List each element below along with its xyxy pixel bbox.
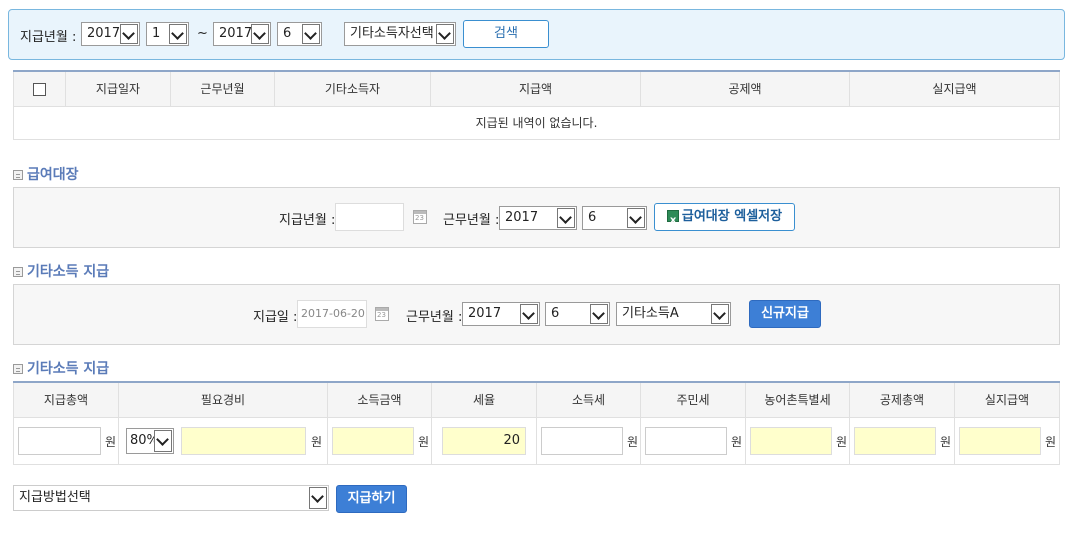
empty-message: 지급된 내역이 없습니다. — [13, 105, 1060, 140]
column-header: 주민세 — [640, 381, 746, 418]
rural-tax-cell: 원 — [745, 416, 850, 465]
payroll-work-month-select[interactable]: 6 — [582, 206, 647, 230]
search-button[interactable]: 검색 — [463, 20, 549, 48]
chevron-down-icon — [436, 24, 454, 44]
column-header: 소득금액 — [327, 381, 432, 418]
calendar-icon[interactable] — [375, 307, 389, 321]
section-bullet-icon — [13, 364, 23, 374]
payroll-pay-month-label: 지급년월 : — [279, 213, 336, 228]
column-header: 실지급액 — [954, 381, 1060, 418]
chevron-down-icon — [627, 208, 645, 228]
expense-input[interactable] — [181, 426, 306, 455]
payment-list-table: 지급일자 근무년월 기타소득자 지급액 공제액 실지급액 지급된 내역이 없습니… — [13, 70, 1060, 140]
income-tax-input[interactable] — [541, 426, 623, 455]
column-header: 농어촌특별세 — [745, 381, 850, 418]
deduction-total-cell: 원 — [849, 416, 955, 465]
chevron-down-icon — [154, 429, 172, 452]
table-header-row: 지급일자 근무년월 기타소득자 지급액 공제액 실지급액 — [13, 70, 1060, 107]
from-year-select[interactable]: 2017 — [81, 22, 140, 46]
payroll-panel: 지급년월 : 근무년월 : 2017 6 급여대장 엑셀저장 — [13, 187, 1060, 248]
chevron-down-icon — [309, 487, 327, 509]
from-month-select[interactable]: 1 — [146, 22, 189, 46]
other-income-work-year-select[interactable]: 2017 — [462, 302, 540, 326]
chevron-down-icon — [120, 24, 138, 44]
to-year-select[interactable]: 2017 — [213, 22, 271, 46]
net-pay-input[interactable] — [959, 426, 1041, 455]
other-income-work-month-select[interactable]: 6 — [545, 302, 610, 326]
other-income-work-month-label: 근무년월 : — [406, 310, 463, 325]
table-header-row: 지급총액 필요경비 소득금액 세율 소득세 주민세 농어촌특별세 공제총액 실지… — [13, 381, 1060, 418]
column-header: 공제총액 — [849, 381, 955, 418]
payroll-work-year-select[interactable]: 2017 — [499, 206, 577, 230]
chevron-down-icon — [251, 24, 269, 44]
column-header: 실지급액 — [849, 70, 1060, 107]
chevron-down-icon — [711, 304, 729, 324]
other-income-section-title: 기타소득 지급 — [13, 261, 109, 281]
new-payment-button[interactable]: 신규지급 — [749, 300, 821, 328]
range-tilde: ~ — [197, 26, 208, 41]
column-header: 소득세 — [536, 381, 641, 418]
excel-icon — [666, 208, 679, 234]
column-header: 지급총액 — [13, 381, 119, 418]
earner-select[interactable]: 기타소득자선택 — [344, 22, 456, 46]
resident-tax-cell: 원 — [640, 416, 746, 465]
section-bullet-icon — [13, 267, 23, 277]
total-pay-cell: 원 — [13, 416, 119, 465]
column-header: 근무년월 — [170, 70, 275, 107]
payroll-section-title: 급여대장 — [13, 164, 79, 184]
pay-detail-section-title: 기타소득 지급 — [13, 358, 109, 378]
pay-detail-table: 지급총액 필요경비 소득금액 세율 소득세 주민세 농어촌특별세 공제총액 실지… — [13, 381, 1060, 465]
section-bullet-icon — [13, 170, 23, 180]
search-bar: 지급년월 : 2017 1 ~ 2017 6 기타소득자선택 검색 — [8, 9, 1065, 60]
column-header: 세율 — [431, 381, 537, 418]
table-row: 원 80% 원 원 20 원 원 원 원 원 — [13, 416, 1060, 465]
resident-tax-input[interactable] — [645, 426, 727, 455]
income-amount-cell: 원 — [327, 416, 432, 465]
expense-cell: 80% 원 — [118, 416, 328, 465]
deduction-total-input[interactable] — [854, 426, 936, 455]
pay-month-label: 지급년월 : — [20, 30, 77, 45]
table-row: 지급된 내역이 없습니다. — [13, 105, 1060, 140]
tax-rate-input[interactable]: 20 — [442, 426, 526, 455]
chevron-down-icon — [520, 304, 538, 324]
payroll-work-month-label: 근무년월 : — [443, 213, 500, 228]
expense-rate-select[interactable]: 80% — [126, 427, 174, 454]
column-header: 기타소득자 — [274, 70, 431, 107]
other-income-panel: 지급일 : 2017-06-20 근무년월 : 2017 6 기타소득A 신규지… — [13, 284, 1060, 345]
column-header: 지급일자 — [65, 70, 171, 107]
chevron-down-icon — [590, 304, 608, 324]
income-amount-input[interactable] — [332, 426, 414, 455]
calendar-icon[interactable] — [413, 210, 427, 224]
column-header: 필요경비 — [118, 381, 328, 418]
pay-date-input[interactable]: 2017-06-20 — [297, 300, 367, 328]
pay-method-select[interactable]: 지급방법선택 — [13, 485, 329, 511]
chevron-down-icon — [302, 24, 320, 44]
pay-date-label: 지급일 : — [253, 310, 298, 325]
rural-tax-input[interactable] — [750, 426, 832, 455]
select-all-checkbox[interactable] — [33, 82, 46, 96]
payroll-pay-month-input[interactable] — [335, 203, 404, 231]
tax-rate-cell: 20 — [431, 416, 537, 465]
net-pay-cell: 원 — [954, 416, 1060, 465]
earner-a-select[interactable]: 기타소득A — [616, 302, 731, 326]
chevron-down-icon — [169, 24, 187, 44]
income-tax-cell: 원 — [536, 416, 641, 465]
pay-button[interactable]: 지급하기 — [336, 485, 407, 513]
select-all-header — [13, 70, 66, 107]
column-header: 공제액 — [640, 70, 850, 107]
chevron-down-icon — [557, 208, 575, 228]
excel-save-button[interactable]: 급여대장 엑셀저장 — [654, 203, 795, 234]
to-month-select[interactable]: 6 — [277, 22, 322, 46]
total-pay-input[interactable] — [18, 426, 101, 455]
column-header: 지급액 — [430, 70, 641, 107]
